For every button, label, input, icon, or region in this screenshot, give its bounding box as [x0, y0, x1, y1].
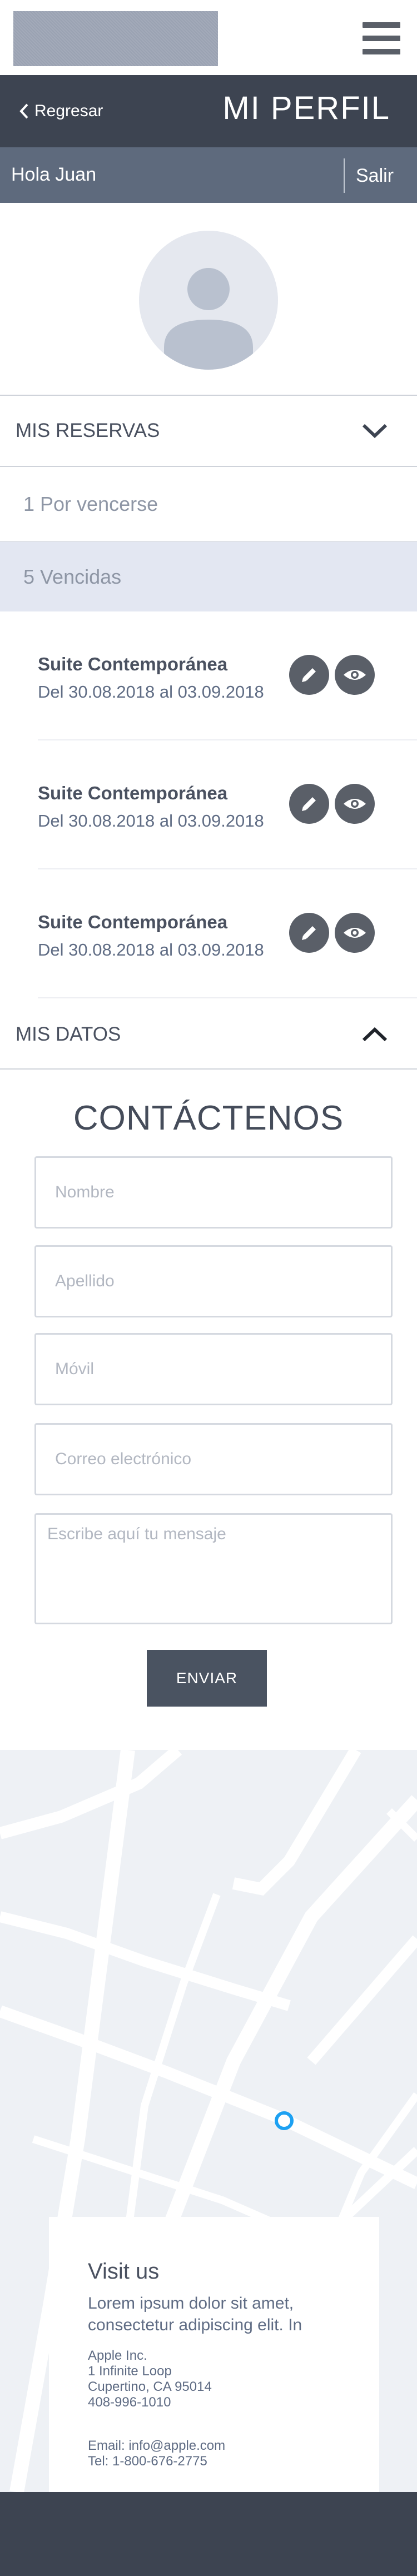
tel-line[interactable]: Tel: 1-800-676-2775: [88, 2454, 225, 2469]
user-bar: Hola Juan Salir: [0, 147, 417, 203]
reservation-dates: Del 30.08.2018 al 03.09.2018: [38, 940, 264, 959]
pencil-icon: [302, 797, 316, 811]
edit-button[interactable]: [289, 784, 329, 824]
address-line: Cupertino, CA 95014: [88, 2379, 212, 2394]
eye-icon: [344, 928, 366, 938]
pencil-icon: [302, 668, 316, 682]
reservations-section-label: MIS RESERVAS: [16, 420, 160, 441]
reservation-name: Suite Contemporánea: [38, 654, 228, 674]
reservation-item: Suite Contemporánea Del 30.08.2018 al 03…: [0, 611, 417, 740]
eye-icon: [344, 670, 366, 680]
view-button[interactable]: [335, 913, 375, 953]
reservation-dates: Del 30.08.2018 al 03.09.2018: [38, 682, 264, 702]
email-line[interactable]: Email: info@apple.com: [88, 2438, 225, 2454]
logout-link[interactable]: Salir: [356, 165, 394, 187]
footer: [0, 2492, 417, 2576]
chevron-up-icon: [362, 1027, 388, 1042]
map-pin-icon[interactable]: [275, 2111, 294, 2130]
view-button[interactable]: [335, 655, 375, 695]
address-line: 1 Infinite Loop: [88, 2364, 172, 2379]
top-header: [0, 0, 417, 75]
user-greeting: Hola Juan: [11, 164, 97, 185]
visit-address: Apple Inc. 1 Infinite Loop Cupertino, CA…: [88, 2348, 212, 2410]
reservation-item: Suite Contemporánea Del 30.08.2018 al 03…: [0, 740, 417, 869]
reservation-dates: Del 30.08.2018 al 03.09.2018: [38, 811, 264, 831]
back-link-label: Regresar: [34, 102, 103, 120]
divider: [344, 158, 345, 193]
pencil-icon: [302, 926, 316, 940]
reservation-item: Suite Contemporánea Del 30.08.2018 al 03…: [0, 869, 417, 998]
user-silhouette-icon: [164, 268, 253, 370]
message-textarea[interactable]: [34, 1513, 393, 1624]
reservation-name: Suite Contemporánea: [38, 783, 228, 803]
send-button[interactable]: ENVIAR: [147, 1650, 267, 1707]
visit-description: Lorem ipsum dolor sit amet, consectetur …: [88, 2294, 302, 2334]
first-name-input[interactable]: [34, 1156, 393, 1229]
hamburger-menu-icon[interactable]: [363, 22, 400, 54]
address-line: Apple Inc.: [88, 2348, 147, 2363]
divider: [38, 997, 417, 998]
filter-expired[interactable]: 5 Vencidas: [0, 542, 417, 611]
view-button[interactable]: [335, 784, 375, 824]
chevron-left-icon: [19, 103, 28, 119]
filter-upcoming-label: 1 Por vencerse: [23, 493, 158, 515]
eye-icon: [344, 799, 366, 809]
last-name-input[interactable]: [34, 1245, 393, 1317]
my-data-section-label: MIS DATOS: [16, 1023, 121, 1045]
reservations-section-header[interactable]: MIS RESERVAS: [0, 395, 417, 467]
edit-button[interactable]: [289, 913, 329, 953]
title-bar: Regresar MI PERFIL: [0, 75, 417, 147]
avatar[interactable]: [139, 231, 278, 370]
chevron-down-icon: [362, 424, 388, 439]
my-data-section-header[interactable]: MIS DATOS: [0, 1001, 417, 1070]
filter-expired-label: 5 Vencidas: [23, 565, 122, 588]
mobile-input[interactable]: [34, 1333, 393, 1405]
page-title: MI PERFIL: [222, 90, 390, 126]
contact-title: CONTÁCTENOS: [73, 1099, 344, 1137]
back-link[interactable]: Regresar: [19, 97, 103, 125]
filter-upcoming[interactable]: 1 Por vencerse: [0, 467, 417, 542]
visit-card: Visit us Lorem ipsum dolor sit amet, con…: [49, 2217, 379, 2492]
visit-title: Visit us: [88, 2259, 160, 2284]
visit-contact: Email: info@apple.com Tel: 1-800-676-277…: [88, 2438, 225, 2469]
address-line: 408-996-1010: [88, 2395, 171, 2410]
reservation-name: Suite Contemporánea: [38, 912, 228, 932]
email-input[interactable]: [34, 1423, 393, 1495]
map[interactable]: Visit us Lorem ipsum dolor sit amet, con…: [0, 1750, 417, 2492]
edit-button[interactable]: [289, 655, 329, 695]
logo-placeholder[interactable]: [13, 11, 218, 66]
